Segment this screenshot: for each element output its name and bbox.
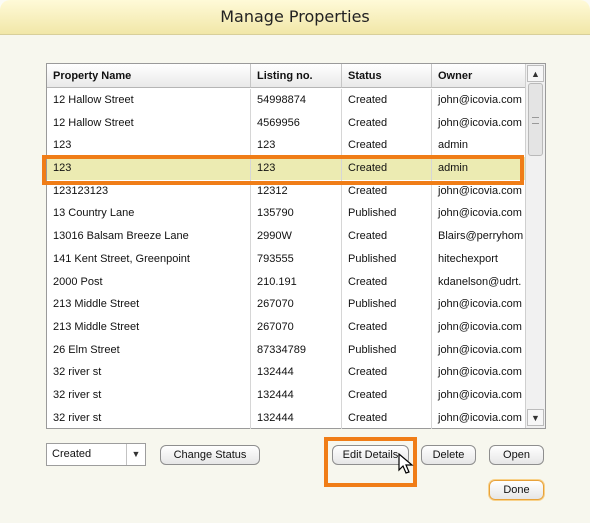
- column-header-property-name[interactable]: Property Name: [47, 64, 251, 88]
- cell-status: Created: [342, 111, 432, 135]
- cell-owner: Blairs@perryhom: [438, 230, 524, 243]
- table-row[interactable]: 32 river st 132444 Created john@icovia.com: [47, 361, 525, 384]
- cell-property-name: 32 river st: [47, 406, 251, 430]
- table-row[interactable]: 32 river st 132444 Created john@icovia.com: [47, 406, 525, 430]
- table-header: Property Name Listing no. Status Owner: [47, 64, 525, 89]
- cell-property-name: 26 Elm Street: [47, 338, 251, 362]
- cell-owner: john@icovia.com: [438, 388, 522, 401]
- grip-icon: [532, 117, 539, 124]
- table-row[interactable]: 12 Hallow Street 54998874 Created john@icov…: [47, 89, 525, 112]
- cell-property-name: 123: [47, 134, 251, 158]
- cell-listing-no: 132444: [251, 383, 342, 407]
- cell-status: Created: [342, 270, 432, 294]
- cell-property-name: 141 Kent Street, Greenpoint: [47, 247, 251, 271]
- table-row[interactable]: 141 Kent Street, Greenpoint 793555 Publish…: [47, 247, 525, 271]
- table-row[interactable]: 13 Country Lane 135790 Published john@icovi…: [47, 202, 525, 226]
- cell-status: Published: [342, 202, 432, 226]
- cell-owner: kdanelson@udrt.: [438, 275, 522, 288]
- cell-status: Created: [342, 89, 432, 112]
- cell-property-name: 13 Country Lane: [47, 202, 251, 226]
- cell-property-name: 12 Hallow Street: [47, 111, 251, 135]
- cell-property-name: 13016 Balsam Breeze Lane: [47, 225, 251, 248]
- cell-status: Created: [342, 406, 432, 430]
- cell-property-name: 12 Hallow Street: [47, 89, 251, 112]
- cell-listing-no: 2990W: [251, 225, 342, 248]
- cell-status: Created: [342, 225, 432, 248]
- cell-listing-no: 87334789: [251, 338, 342, 362]
- table-row[interactable]: 26 Elm Street 87334789 Published john@icovi…: [47, 338, 525, 362]
- cell-status: Published: [342, 247, 432, 271]
- table-row[interactable]: 32 river st 132444 Created john@icovia.com: [47, 383, 525, 407]
- delete-button[interactable]: Delete: [421, 445, 476, 465]
- cell-listing-no: 210.191: [251, 270, 342, 294]
- table-row[interactable]: 12 Hallow Street 4569956 Created john@icovi…: [47, 111, 525, 135]
- table-row[interactable]: 213 Middle Street 267070 Published john@ico…: [47, 293, 525, 316]
- vertical-scrollbar[interactable]: ▲ ▼: [525, 64, 545, 428]
- column-header-listing-no[interactable]: Listing no.: [251, 64, 342, 88]
- window-title: Manage Properties: [220, 7, 370, 26]
- cell-listing-no: 4569956: [251, 111, 342, 135]
- chevron-down-icon[interactable]: ▼: [126, 444, 145, 465]
- cell-status: Created: [342, 383, 432, 407]
- open-button[interactable]: Open: [489, 445, 544, 465]
- table-row[interactable]: 2000 Post 210.191 Created kdanelson@udrt.: [47, 270, 525, 294]
- cell-status: Created: [342, 361, 432, 384]
- cell-listing-no: 132444: [251, 361, 342, 384]
- cell-owner: john@icovia.com: [438, 116, 522, 129]
- cell-listing-no: 135790: [251, 202, 342, 226]
- cell-status: Created: [342, 134, 432, 158]
- done-button[interactable]: Done: [489, 480, 544, 500]
- column-header-owner[interactable]: Owner: [432, 64, 525, 88]
- table-row[interactable]: 123 123 Created admin: [47, 134, 525, 158]
- cell-property-name: 32 river st: [47, 383, 251, 407]
- cell-status: Published: [342, 293, 432, 316]
- cell-owner: john@icovia.com: [438, 343, 522, 356]
- column-header-status[interactable]: Status: [342, 64, 432, 88]
- pointer-cursor-icon: [398, 453, 414, 474]
- table-body: 12 Hallow Street 54998874 Created john@icov…: [47, 89, 525, 430]
- cell-status: Created: [342, 315, 432, 339]
- table-row[interactable]: 13016 Balsam Breeze Lane 2990W Created Blai…: [47, 225, 525, 248]
- title-bar: Manage Properties: [0, 0, 590, 35]
- cell-owner: admin: [438, 139, 468, 152]
- cell-property-name: 2000 Post: [47, 270, 251, 294]
- cell-owner: hitechexport: [438, 252, 498, 265]
- status-dropdown[interactable]: Created ▼: [46, 443, 146, 466]
- cell-owner: john@icovia.com: [438, 207, 522, 220]
- scroll-down-icon[interactable]: ▼: [527, 409, 544, 426]
- cell-owner: john@icovia.com: [438, 320, 522, 333]
- cell-owner: john@icovia.com: [438, 366, 522, 379]
- cell-listing-no: 267070: [251, 293, 342, 316]
- table-row[interactable]: 213 Middle Street 267070 Created john@icovi…: [47, 315, 525, 339]
- cell-owner: john@icovia.com: [438, 298, 522, 311]
- change-status-button[interactable]: Change Status: [160, 445, 260, 465]
- cell-owner: john@icovia.com: [438, 411, 522, 424]
- cell-listing-no: 123: [251, 134, 342, 158]
- cell-property-name: 213 Middle Street: [47, 293, 251, 316]
- cell-status: Published: [342, 338, 432, 362]
- cell-listing-no: 793555: [251, 247, 342, 271]
- status-dropdown-value: Created: [52, 448, 92, 460]
- cell-listing-no: 132444: [251, 406, 342, 430]
- cell-listing-no: 54998874: [251, 89, 342, 112]
- scroll-up-icon[interactable]: ▲: [527, 65, 544, 82]
- cell-property-name: 32 river st: [47, 361, 251, 384]
- scroll-thumb[interactable]: [528, 83, 543, 156]
- properties-table[interactable]: Property Name Listing no. Status Owner 1…: [46, 63, 546, 430]
- selected-row-highlight: [42, 155, 524, 185]
- cell-listing-no: 267070: [251, 315, 342, 339]
- cell-property-name: 213 Middle Street: [47, 315, 251, 339]
- cell-owner: john@icovia.com: [438, 94, 522, 106]
